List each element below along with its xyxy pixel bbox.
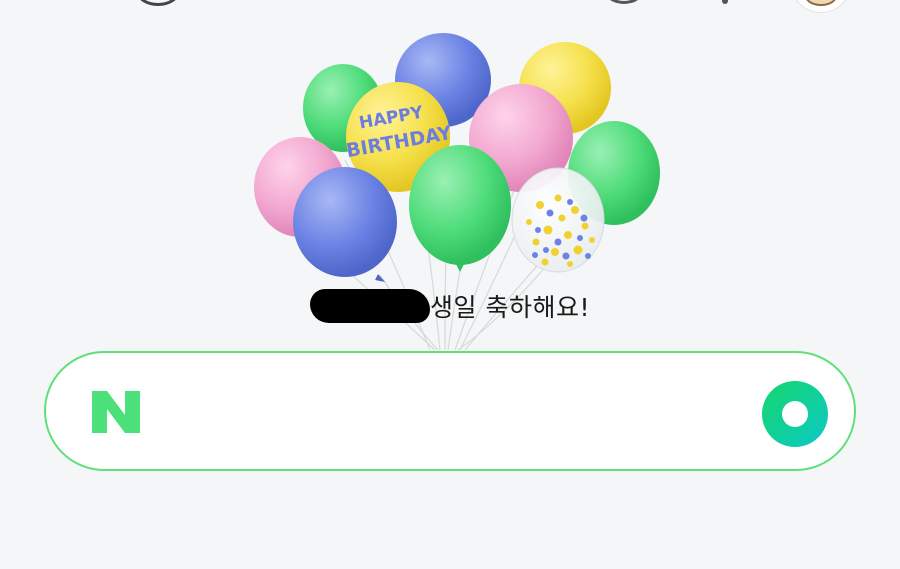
balloon-confetti (511, 167, 605, 273)
greeting-message: 생일 축하해요! (430, 293, 590, 322)
search-bar[interactable]: N (44, 351, 856, 471)
notification-icon[interactable] (604, 0, 644, 4)
top-bar (0, 0, 900, 14)
balloon-green-center (409, 145, 511, 265)
balloon-blue-left (293, 167, 397, 277)
naver-n-logo-icon[interactable]: N (88, 387, 144, 437)
redacted-name (310, 289, 430, 323)
menu-icon[interactable] (136, 0, 180, 6)
birthday-greeting[interactable]: 생일 축하해요! (0, 288, 900, 326)
profile-avatar[interactable] (791, 0, 851, 12)
green-dot-icon[interactable] (762, 381, 828, 447)
naver-home-page: HAPPY BIRTHDAY 생일 축하해요! N (0, 0, 900, 569)
more-icon[interactable] (722, 0, 728, 4)
avatar-face-icon (805, 0, 837, 6)
search-input[interactable] (166, 383, 750, 441)
